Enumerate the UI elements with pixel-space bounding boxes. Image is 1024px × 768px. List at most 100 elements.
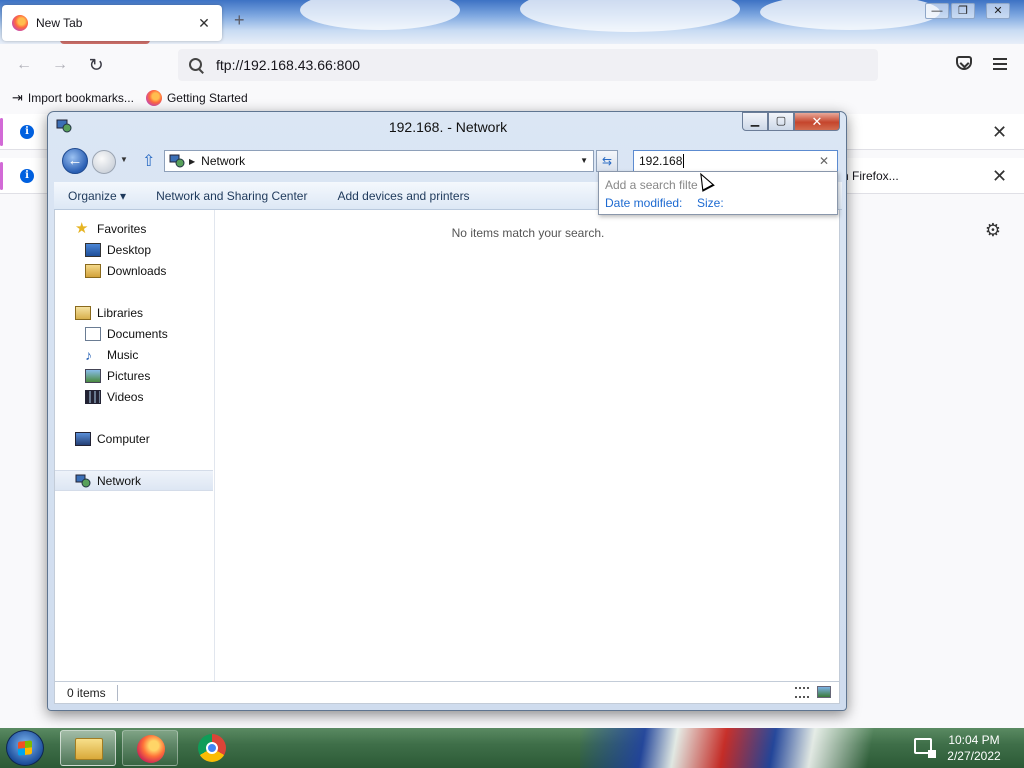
explorer-title: 192.168. - Network	[388, 119, 508, 135]
nav-libraries[interactable]: Libraries	[75, 302, 143, 323]
pictures-icon	[85, 368, 101, 383]
taskbar-explorer-button[interactable]	[60, 730, 116, 766]
nav-music[interactable]: ♪ Music	[85, 344, 138, 365]
add-devices-button[interactable]: Add devices and printers	[337, 189, 469, 203]
reload-icon[interactable]: ↻	[84, 54, 108, 76]
refresh-button[interactable]: ⇆	[596, 150, 618, 172]
notification-accent	[0, 162, 3, 190]
search-input[interactable]: 192.168 ✕	[633, 150, 838, 172]
content-area: ★ Favorites Desktop Downloads Libraries …	[54, 210, 840, 682]
close-button[interactable]: ✕	[794, 112, 840, 131]
nav-pictures[interactable]: Pictures	[85, 365, 150, 386]
documents-icon	[85, 326, 101, 341]
firefox-icon	[137, 735, 165, 763]
nav-computer[interactable]: Computer	[75, 428, 150, 449]
start-button[interactable]	[6, 730, 44, 766]
forward-button[interactable]	[92, 150, 116, 174]
taskbar-firefox-button[interactable]	[122, 730, 178, 766]
caption-buttons: ▁ ▢ ✕	[742, 112, 840, 131]
bookmark-getting-started[interactable]: Getting Started	[145, 90, 248, 106]
libraries-icon	[75, 305, 91, 320]
text-caret	[683, 154, 685, 168]
up-arrow-icon[interactable]: ⇧	[142, 151, 155, 171]
forward-arrow-icon[interactable]: →	[48, 54, 72, 76]
filter-size[interactable]: Size:	[697, 196, 724, 210]
gear-icon[interactable]: ⚙	[984, 221, 1002, 239]
close-window-button[interactable]: ✕	[981, 0, 1015, 22]
nav-favorites[interactable]: ★ Favorites	[75, 218, 146, 239]
new-tab-button[interactable]: +	[234, 10, 245, 31]
hamburger-menu-icon[interactable]	[993, 58, 1007, 70]
pocket-icon[interactable]	[956, 56, 972, 70]
bookmark-import[interactable]: ⇥ Import bookmarks...	[12, 90, 134, 106]
taskbar: 10:04 PM 2/27/2022	[0, 728, 1024, 768]
wallpaper-art	[580, 728, 900, 768]
music-icon: ♪	[85, 346, 92, 363]
nav-downloads[interactable]: Downloads	[85, 260, 166, 281]
status-bar: 0 items	[54, 682, 840, 704]
videos-icon	[85, 389, 101, 404]
tab-strip: New Tab ✕ + — ❐ ✕	[0, 0, 1024, 44]
clock-date: 2/27/2022	[947, 749, 1001, 763]
nav-network[interactable]: Network	[55, 470, 213, 491]
notification-accent	[0, 118, 3, 146]
maximize-button[interactable]: ▢	[768, 112, 794, 131]
minimize-button[interactable]: ▁	[742, 112, 768, 131]
nav-videos[interactable]: Videos	[85, 386, 143, 407]
network-sharing-button[interactable]: Network and Sharing Center	[156, 189, 307, 203]
desktop-icon	[85, 242, 101, 257]
notification-text: h Firefox...	[842, 169, 899, 183]
chevron-down-icon[interactable]: ▼	[120, 155, 128, 164]
nav-documents[interactable]: Documents	[85, 323, 168, 344]
large-icons-view-icon[interactable]	[817, 686, 831, 698]
status-divider	[117, 685, 118, 701]
close-icon[interactable]: ✕	[992, 122, 1007, 143]
clock[interactable]: 10:04 PM 2/27/2022	[938, 732, 1010, 764]
close-icon[interactable]: ✕	[992, 166, 1007, 187]
info-icon: i	[20, 125, 34, 139]
network-icon	[75, 474, 91, 488]
nav-desktop[interactable]: Desktop	[85, 239, 151, 260]
address-row: ← ▼ ⇧ ▶ Network ▼ ⇆ 192.168 ✕	[48, 146, 846, 174]
bookmarks-toolbar: ⇥ Import bookmarks... Getting Started	[0, 86, 1024, 110]
chevron-down-icon[interactable]: ▼	[580, 156, 588, 165]
back-arrow-icon[interactable]: ←	[12, 54, 36, 76]
sky-cloud	[760, 0, 940, 30]
nav-bar: ← → ↻ ftp://192.168.43.66:800	[0, 44, 1024, 86]
search-filter-hint: Add a search filte	[605, 178, 698, 192]
breadcrumb-arrow-icon[interactable]: ▶	[189, 157, 195, 166]
tab-new-tab[interactable]: New Tab ✕	[2, 5, 222, 41]
item-count: 0 items	[67, 686, 106, 700]
taskbar-chrome-button[interactable]	[184, 730, 240, 766]
back-button[interactable]: ←	[62, 148, 88, 174]
empty-results-message: No items match your search.	[451, 226, 605, 240]
network-icon	[169, 154, 185, 168]
sky-cloud	[520, 0, 740, 32]
firefox-icon	[145, 90, 162, 106]
search-icon	[188, 57, 204, 73]
organize-button[interactable]: Organize ▾	[68, 189, 126, 203]
details-view-icon[interactable]	[795, 687, 809, 698]
info-icon: i	[20, 169, 34, 183]
computer-icon	[75, 431, 91, 446]
navigation-pane: ★ Favorites Desktop Downloads Libraries …	[55, 210, 215, 681]
sky-cloud	[300, 0, 460, 30]
downloads-icon	[85, 263, 101, 278]
url-text[interactable]: ftp://192.168.43.66:800	[216, 57, 360, 73]
network-tray-icon[interactable]	[914, 738, 936, 758]
restore-button[interactable]: ❐	[946, 0, 980, 22]
close-icon[interactable]: ✕	[196, 15, 212, 32]
import-icon: ⇥	[12, 90, 23, 105]
search-filter-dropdown: Add a search filte Date modified: Size:	[598, 171, 838, 215]
chrome-icon	[198, 734, 226, 762]
tab-title: New Tab	[36, 16, 83, 30]
breadcrumb[interactable]: Network	[201, 154, 245, 168]
clear-icon[interactable]: ✕	[819, 154, 829, 168]
filter-date-modified[interactable]: Date modified:	[605, 196, 682, 210]
url-bar[interactable]: ftp://192.168.43.66:800	[178, 49, 878, 81]
clock-time: 10:04 PM	[948, 733, 1000, 747]
search-value[interactable]: 192.168	[639, 154, 682, 168]
address-bar[interactable]: ▶ Network ▼	[164, 150, 594, 172]
star-icon: ★	[75, 219, 89, 237]
explorer-titlebar[interactable]: 192.168. - Network ▁ ▢ ✕	[48, 112, 846, 142]
